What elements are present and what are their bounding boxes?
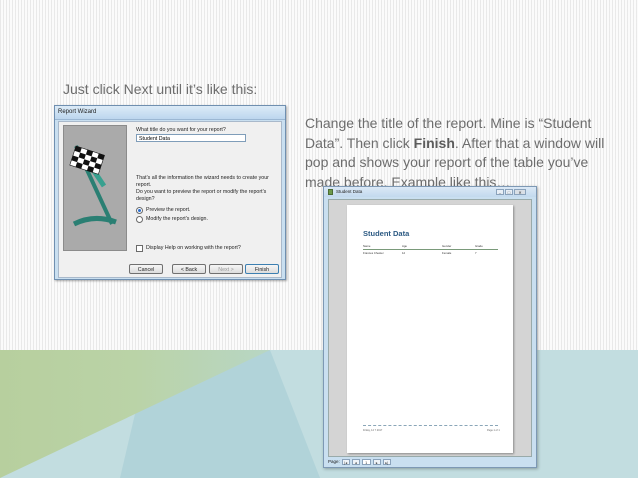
preview-report-option[interactable]: Preview the report.	[136, 206, 190, 214]
display-help-label: Display Help on working with the report?	[146, 245, 241, 251]
instruction-text: Change the title of the report. Mine is …	[305, 114, 623, 192]
finish-button[interactable]: Finish	[245, 264, 279, 274]
report-page: Student Data Name Age Gender Grade Franc…	[347, 205, 513, 453]
cell-grade: 7	[475, 251, 477, 255]
report-title: Student Data	[363, 229, 410, 238]
wizard-body: What title do you want for your report? …	[58, 121, 282, 278]
report-preview-window: Student Data – □ ✕ Student Data Name Age…	[323, 186, 537, 468]
header-divider	[363, 249, 498, 250]
wizard-flag-illustration	[63, 125, 127, 251]
caption-just-click-next: Just click Next until it’s like this:	[63, 81, 258, 97]
page-number-input[interactable]: 1	[361, 459, 371, 465]
next-button[interactable]: Next >	[209, 264, 243, 274]
radio-unselected-icon[interactable]	[136, 215, 143, 223]
footer-divider	[363, 425, 498, 427]
minimize-button[interactable]: –	[496, 189, 504, 195]
cell-age: 12	[402, 251, 406, 255]
footer-date: Friday, 14 7 2017	[363, 429, 383, 432]
report-wizard-dialog: Report Wizard What title do you want for…	[54, 105, 286, 280]
cancel-button[interactable]: Cancel	[129, 264, 163, 274]
prev-page-icon[interactable]: ◂	[351, 459, 360, 465]
preview-titlebar: Student Data – □ ✕	[324, 187, 536, 197]
footer-page-count: Page 1 of 1	[487, 429, 500, 432]
display-help-checkbox[interactable]: Display Help on working with the report?	[136, 244, 241, 252]
preview-statusbar: Page: |◂ ◂ 1 ▸ ▸|	[328, 458, 532, 466]
back-button[interactable]: < Back	[172, 264, 206, 274]
column-header-age: Age	[402, 244, 407, 248]
radio-selected-icon[interactable]	[136, 206, 143, 214]
modify-design-label: Modify the report's design.	[146, 216, 208, 222]
maximize-button[interactable]: □	[505, 189, 513, 195]
checkered-flag-icon	[69, 145, 117, 227]
report-document-icon	[328, 189, 333, 195]
preview-window-title: Student Data	[336, 189, 363, 194]
preview-report-label: Preview the report.	[146, 207, 191, 213]
page-label: Page:	[328, 459, 340, 464]
modify-design-option[interactable]: Modify the report's design.	[136, 215, 208, 223]
wizard-titlebar: Report Wizard	[55, 106, 285, 120]
checkbox-icon[interactable]	[136, 244, 143, 252]
wizard-preview-question: Do you want to preview the report or mod…	[136, 189, 267, 202]
first-page-icon[interactable]: |◂	[341, 459, 350, 465]
cell-gender: Female	[442, 251, 452, 255]
report-title-input[interactable]: Student Data	[136, 134, 246, 142]
next-page-icon[interactable]: ▸	[372, 459, 381, 465]
wizard-info-text: That's all the information the wizard ne…	[136, 175, 269, 188]
column-header-gender: Gender	[442, 244, 452, 248]
wizard-title-question: What title do you want for your report?	[136, 127, 226, 133]
slide: Just click Next until it’s like this: Re…	[0, 0, 638, 478]
column-header-name: Name	[363, 244, 371, 248]
close-button[interactable]: ✕	[514, 189, 526, 195]
instruction-finish-bold: Finish	[413, 134, 455, 151]
last-page-icon[interactable]: ▸|	[382, 459, 391, 465]
column-header-grade: Grade	[475, 244, 483, 248]
cell-name: Frances Chester	[363, 251, 384, 255]
preview-canvas: Student Data Name Age Gender Grade Franc…	[328, 199, 532, 457]
